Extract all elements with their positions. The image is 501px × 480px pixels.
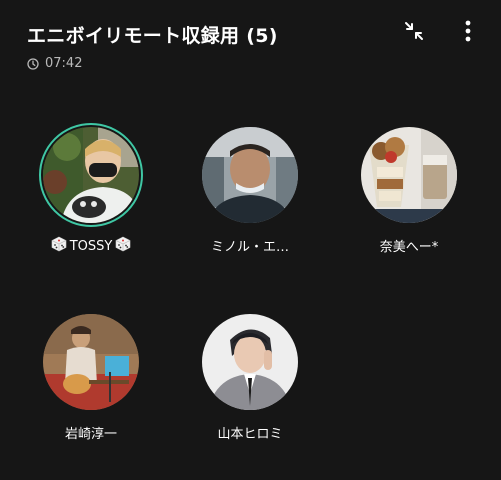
more-vertical-icon xyxy=(465,20,471,46)
participant-minoru[interactable]: ミノル・エ… xyxy=(180,123,320,273)
participant-name: TOSSY xyxy=(51,236,132,256)
participant-tossy[interactable]: TOSSY xyxy=(21,123,161,273)
voice-room-screen: エニボイリモート収録用 (5) 07:42 TOSSY ミノル・エ… 奈美へー*… xyxy=(0,0,501,480)
avatar xyxy=(43,314,139,410)
avatar xyxy=(43,127,139,223)
dice-icon xyxy=(51,236,67,256)
participant-name: 岩崎淳一 xyxy=(64,427,117,442)
participant-nami[interactable]: 奈美へー* xyxy=(339,123,479,273)
room-title: エニボイリモート収録用 (5) xyxy=(27,25,278,47)
participant-name: 奈美へー* xyxy=(379,240,439,255)
avatar-frame xyxy=(198,123,302,227)
participant-name-text: TOSSY xyxy=(69,238,113,254)
participant-name: 山本ヒロミ xyxy=(217,427,283,442)
clock-icon xyxy=(27,57,39,70)
dice-icon xyxy=(115,236,131,256)
elapsed-time: 07:42 xyxy=(27,56,82,71)
elapsed-time-value: 07:42 xyxy=(45,56,83,71)
participant-yamamoto[interactable]: 山本ヒロミ xyxy=(180,310,320,460)
avatar xyxy=(202,314,298,410)
speaking-indicator xyxy=(39,123,143,227)
participant-iwasaki[interactable]: 岩崎淳一 xyxy=(21,310,161,460)
avatar-frame xyxy=(198,310,302,414)
avatar-frame xyxy=(357,123,461,227)
more-options-button[interactable] xyxy=(453,18,483,48)
avatar-frame xyxy=(39,310,143,414)
avatar xyxy=(202,127,298,223)
collapse-arrows-icon xyxy=(402,19,426,47)
avatar xyxy=(361,127,457,223)
minimize-button[interactable] xyxy=(399,18,429,48)
participant-name: ミノル・エ… xyxy=(210,240,289,255)
